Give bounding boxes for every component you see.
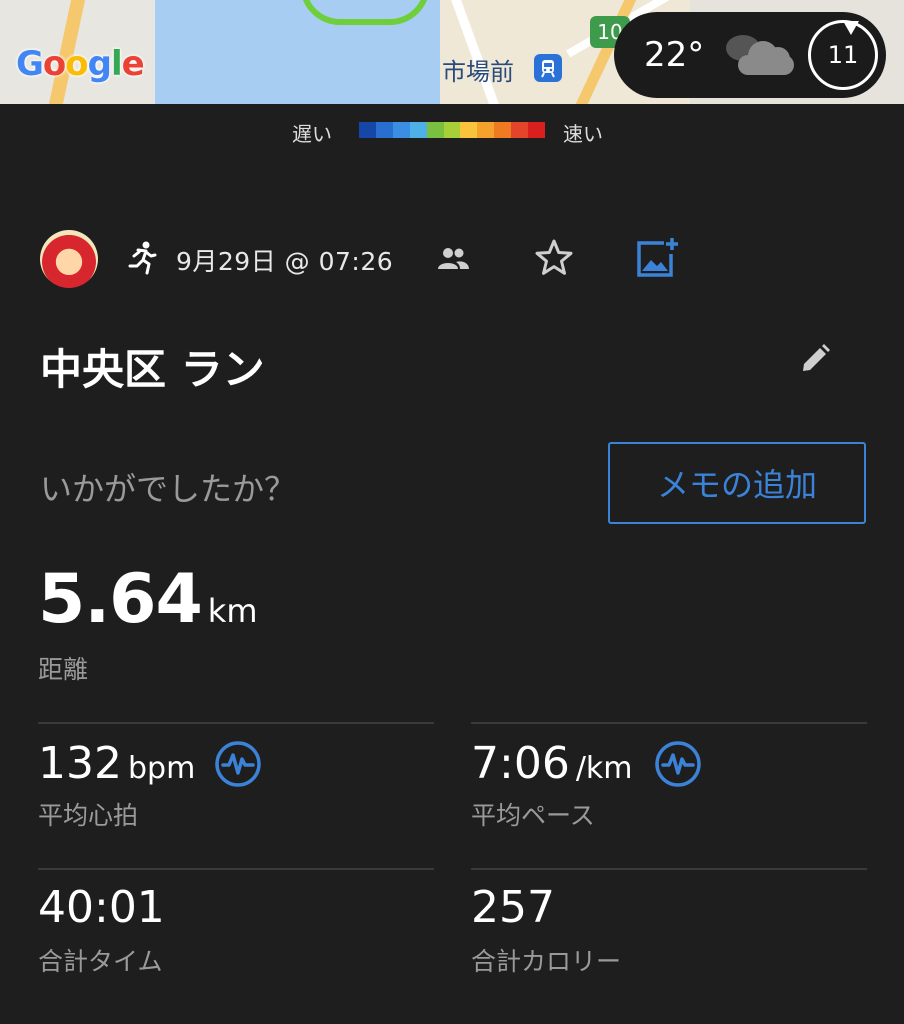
pace-color-segment [443, 122, 461, 138]
divider [471, 868, 867, 870]
wind-direction-icon [843, 21, 859, 35]
divider [471, 722, 867, 724]
add-memo-button[interactable]: メモの追加 [608, 442, 866, 524]
pace-color-segment [528, 122, 545, 138]
total-calories[interactable]: 257 [471, 882, 555, 933]
pace-label: 平均ペース [471, 801, 595, 830]
pace-color-segment [359, 122, 376, 138]
divider [38, 868, 434, 870]
pace-unit: /km [575, 751, 633, 786]
total-time-value: 40:01 [38, 882, 165, 933]
people-icon[interactable] [436, 244, 470, 274]
pace-color-scale [359, 122, 545, 138]
pace-color-segment [375, 122, 393, 138]
google-logo: Google [16, 44, 145, 84]
pace-chart-icon[interactable] [654, 740, 702, 788]
pace-color-segment [409, 122, 427, 138]
cloud-icon [726, 35, 796, 75]
activity-date: 9月29日 @ 07:26 [176, 247, 394, 276]
distance-value-group: 5.64 km [38, 560, 257, 639]
activity-title[interactable]: 中央区 ラン [40, 336, 265, 397]
pace-value: 7:06 [471, 738, 570, 789]
legend-fast-label: 速い [563, 122, 603, 146]
wind-speed: 11 [827, 41, 859, 69]
route-line [300, 0, 430, 25]
heart-rate-value: 132 [38, 738, 122, 789]
add-photo-icon[interactable] [634, 236, 680, 280]
avg-heart-rate[interactable]: 132 bpm [38, 738, 195, 789]
heart-rate-chart-icon[interactable] [214, 740, 262, 788]
pace-legend: 遅い 速い [0, 116, 904, 146]
pace-color-segment [494, 122, 512, 138]
heart-rate-unit: bpm [127, 751, 196, 786]
calories-value: 257 [471, 882, 555, 933]
pace-color-segment [477, 122, 495, 138]
distance-unit: km [207, 592, 258, 630]
weather-widget: 22° 11 [614, 12, 886, 98]
heart-rate-label: 平均心拍 [38, 801, 139, 830]
pace-color-segment [426, 122, 444, 138]
total-time[interactable]: 40:01 [38, 882, 165, 933]
divider [38, 722, 434, 724]
pace-color-segment [460, 122, 478, 138]
pace-color-segment [511, 122, 529, 138]
edit-icon[interactable] [798, 342, 832, 376]
station-label: 市場前 [442, 58, 514, 86]
calories-label: 合計カロリー [471, 947, 622, 976]
wind-indicator: 11 [808, 20, 878, 90]
legend-slow-label: 遅い [292, 122, 332, 146]
run-icon [128, 241, 157, 275]
map-preview[interactable]: 10 Google 市場前 22° 11 [0, 0, 904, 104]
distance-value: 5.64 [38, 560, 203, 639]
train-icon [534, 54, 562, 82]
avatar[interactable] [40, 230, 98, 288]
distance-label: 距離 [38, 655, 89, 684]
total-time-label: 合計タイム [38, 947, 163, 976]
star-icon[interactable] [534, 238, 574, 278]
pace-color-segment [392, 122, 410, 138]
avg-pace[interactable]: 7:06/km [471, 738, 633, 789]
feedback-prompt: いかがでしたか？ [40, 470, 297, 508]
temperature: 22° [644, 35, 705, 75]
